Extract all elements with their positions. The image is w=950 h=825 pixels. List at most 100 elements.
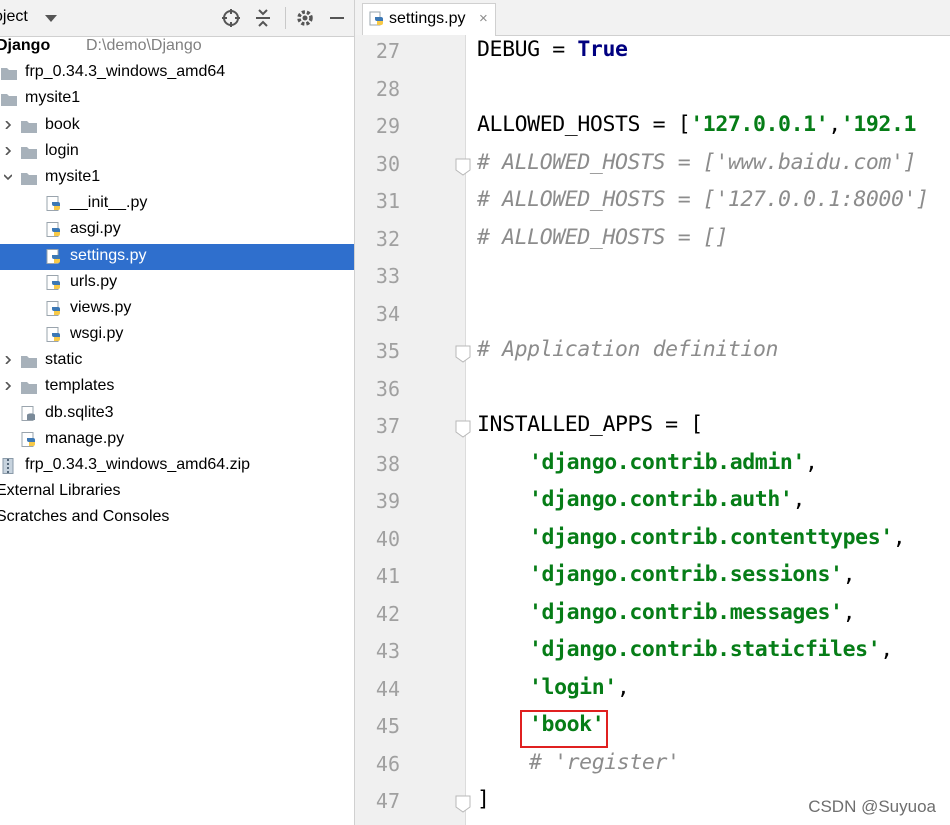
gear-icon[interactable] bbox=[295, 8, 315, 28]
tree-item[interactable]: login bbox=[0, 139, 354, 165]
tree-item[interactable]: mysite1 bbox=[0, 165, 354, 191]
code-line[interactable]: 38 'django.contrib.admin', bbox=[355, 448, 950, 486]
code-line[interactable]: 44 'login', bbox=[355, 673, 950, 711]
code-token: , bbox=[842, 599, 856, 625]
chevron-right-icon[interactable] bbox=[4, 382, 12, 391]
code-line[interactable]: 36 bbox=[355, 373, 950, 411]
tree-item-label: __init__.py bbox=[70, 194, 148, 212]
code-token: , bbox=[892, 524, 906, 550]
chevron-right-icon[interactable] bbox=[4, 146, 12, 155]
code-line[interactable]: 40 'django.contrib.contenttypes', bbox=[355, 523, 950, 561]
string-token: '192.1 bbox=[840, 112, 917, 137]
tree-item[interactable]: __init__.py bbox=[0, 191, 354, 217]
python-file-icon bbox=[46, 327, 60, 343]
string-token: 'django.contrib.sessions' bbox=[529, 562, 843, 587]
python-file-icon bbox=[46, 274, 60, 290]
code-text: 'login', bbox=[477, 674, 630, 700]
line-number: 31 bbox=[375, 189, 400, 213]
code-line[interactable]: 39 'django.contrib.auth', bbox=[355, 485, 950, 523]
project-panel-title[interactable]: oject bbox=[0, 8, 28, 26]
tab-settings[interactable]: settings.py × bbox=[362, 3, 496, 36]
close-icon[interactable]: × bbox=[479, 10, 488, 27]
tree-item-label: settings.py bbox=[70, 246, 147, 264]
code-text: 'django.contrib.admin', bbox=[477, 450, 818, 475]
tree-item[interactable]: views.py bbox=[0, 296, 354, 322]
watermark: CSDN @Suyuoa bbox=[808, 797, 936, 816]
code-text: # Application definition bbox=[477, 337, 778, 362]
tree-item[interactable]: static bbox=[0, 348, 354, 374]
code-line[interactable]: 32 # ALLOWED_HOSTS = [] bbox=[355, 223, 950, 261]
comment-token: # ALLOWED_HOSTS = ['www.baidu.com'] bbox=[477, 149, 917, 175]
code-line[interactable]: 33 bbox=[355, 260, 950, 298]
comment-token: # Application definition bbox=[477, 337, 779, 362]
code-text: # ALLOWED_HOSTS = ['www.baidu.com'] bbox=[477, 150, 916, 175]
tree-item-label: External Libraries bbox=[0, 482, 121, 500]
code-line[interactable]: 28 bbox=[355, 73, 950, 111]
code-token: DEBUG = bbox=[477, 37, 578, 62]
tree-item[interactable]: frp_0.34.3_windows_amd64 bbox=[0, 60, 354, 86]
code-line[interactable]: 31 # ALLOWED_HOSTS = ['127.0.0.1:8000'] bbox=[355, 185, 950, 223]
code-text: INSTALLED_APPS = [ bbox=[477, 412, 703, 437]
highlight-box bbox=[520, 710, 608, 748]
fold-marker-icon[interactable] bbox=[455, 420, 471, 438]
tree-item[interactable]: book bbox=[0, 113, 354, 139]
tree-item-label: urls.py bbox=[70, 272, 118, 290]
line-number: 39 bbox=[375, 489, 400, 513]
python-file-icon bbox=[46, 248, 60, 264]
chevron-right-icon[interactable] bbox=[4, 356, 12, 365]
code-token: INSTALLED_APPS = [ bbox=[477, 412, 703, 437]
code-line[interactable]: 46 # 'register' bbox=[355, 748, 950, 786]
tree-item[interactable]: mysite1 bbox=[0, 86, 354, 112]
chevron-down-icon[interactable] bbox=[4, 173, 12, 181]
string-token: 'login' bbox=[529, 674, 617, 700]
line-number: 41 bbox=[375, 564, 400, 588]
line-number: 28 bbox=[375, 76, 400, 101]
tree-item[interactable]: Scratches and Consoles bbox=[0, 505, 354, 531]
tree-item[interactable]: templates bbox=[0, 374, 354, 400]
zip-file-icon bbox=[2, 458, 14, 474]
line-number: 29 bbox=[375, 114, 400, 138]
python-file-icon bbox=[369, 11, 383, 26]
code-text: # ALLOWED_HOSTS = ['127.0.0.1:8000'] bbox=[477, 187, 929, 212]
code-token: ALLOWED_HOSTS = [ bbox=[477, 112, 691, 137]
fold-marker-icon[interactable] bbox=[455, 158, 471, 176]
python-file-icon bbox=[21, 431, 35, 447]
fold-marker-icon[interactable] bbox=[455, 345, 471, 363]
collapse-all-icon[interactable] bbox=[253, 8, 273, 28]
code-editor: settings.py × 27 DEBUG = True 28 29 ALLOWED_… bbox=[355, 0, 950, 825]
tree-item[interactable]: asgi.py bbox=[0, 217, 354, 243]
code-line[interactable]: 30 # ALLOWED_HOSTS = ['www.baidu.com'] bbox=[355, 148, 950, 186]
tree-item[interactable]: External Libraries bbox=[0, 479, 354, 505]
folder-icon bbox=[1, 68, 17, 81]
line-number: 40 bbox=[375, 526, 400, 551]
minimize-icon[interactable] bbox=[327, 8, 347, 28]
code-line[interactable]: 43 'django.contrib.staticfiles', bbox=[355, 635, 950, 673]
code-line[interactable]: 45'book' bbox=[355, 710, 950, 748]
editor-tab-bar: settings.py × bbox=[355, 0, 950, 36]
database-file-icon bbox=[21, 405, 35, 421]
tree-item[interactable]: wsgi.py bbox=[0, 322, 354, 348]
tree-item[interactable]: db.sqlite3 bbox=[0, 401, 354, 427]
tree-item[interactable]: Django D:\demo\Django bbox=[0, 34, 354, 60]
code-line[interactable]: 41 'django.contrib.sessions', bbox=[355, 560, 950, 598]
chevron-down-icon[interactable] bbox=[45, 15, 57, 22]
chevron-right-icon[interactable] bbox=[4, 120, 12, 129]
code-line[interactable]: 34 bbox=[355, 298, 950, 336]
tree-item[interactable]: urls.py bbox=[0, 270, 354, 296]
python-file-icon bbox=[46, 300, 60, 316]
fold-marker-icon[interactable] bbox=[455, 795, 471, 813]
locate-icon[interactable] bbox=[221, 8, 241, 28]
code-line[interactable]: 37 INSTALLED_APPS = [ bbox=[355, 410, 950, 448]
code-line[interactable]: 27 DEBUG = True bbox=[355, 35, 950, 73]
code-line[interactable]: 35 # Application definition bbox=[355, 335, 950, 373]
code-line[interactable]: 42 'django.contrib.messages', bbox=[355, 598, 950, 636]
toolbar-divider bbox=[285, 7, 286, 29]
tree-item[interactable]: manage.py bbox=[0, 427, 354, 453]
tree-item[interactable]: settings.py bbox=[0, 243, 354, 270]
code-line[interactable]: 29 ALLOWED_HOSTS = ['127.0.0.1','192.1 bbox=[355, 110, 950, 148]
string-token: 'django.contrib.contenttypes' bbox=[529, 524, 893, 550]
code-token: , bbox=[804, 449, 818, 475]
folder-icon bbox=[21, 382, 37, 395]
tree-item[interactable]: frp_0.34.3_windows_amd64.zip bbox=[0, 453, 354, 479]
code-token: , bbox=[792, 487, 805, 512]
